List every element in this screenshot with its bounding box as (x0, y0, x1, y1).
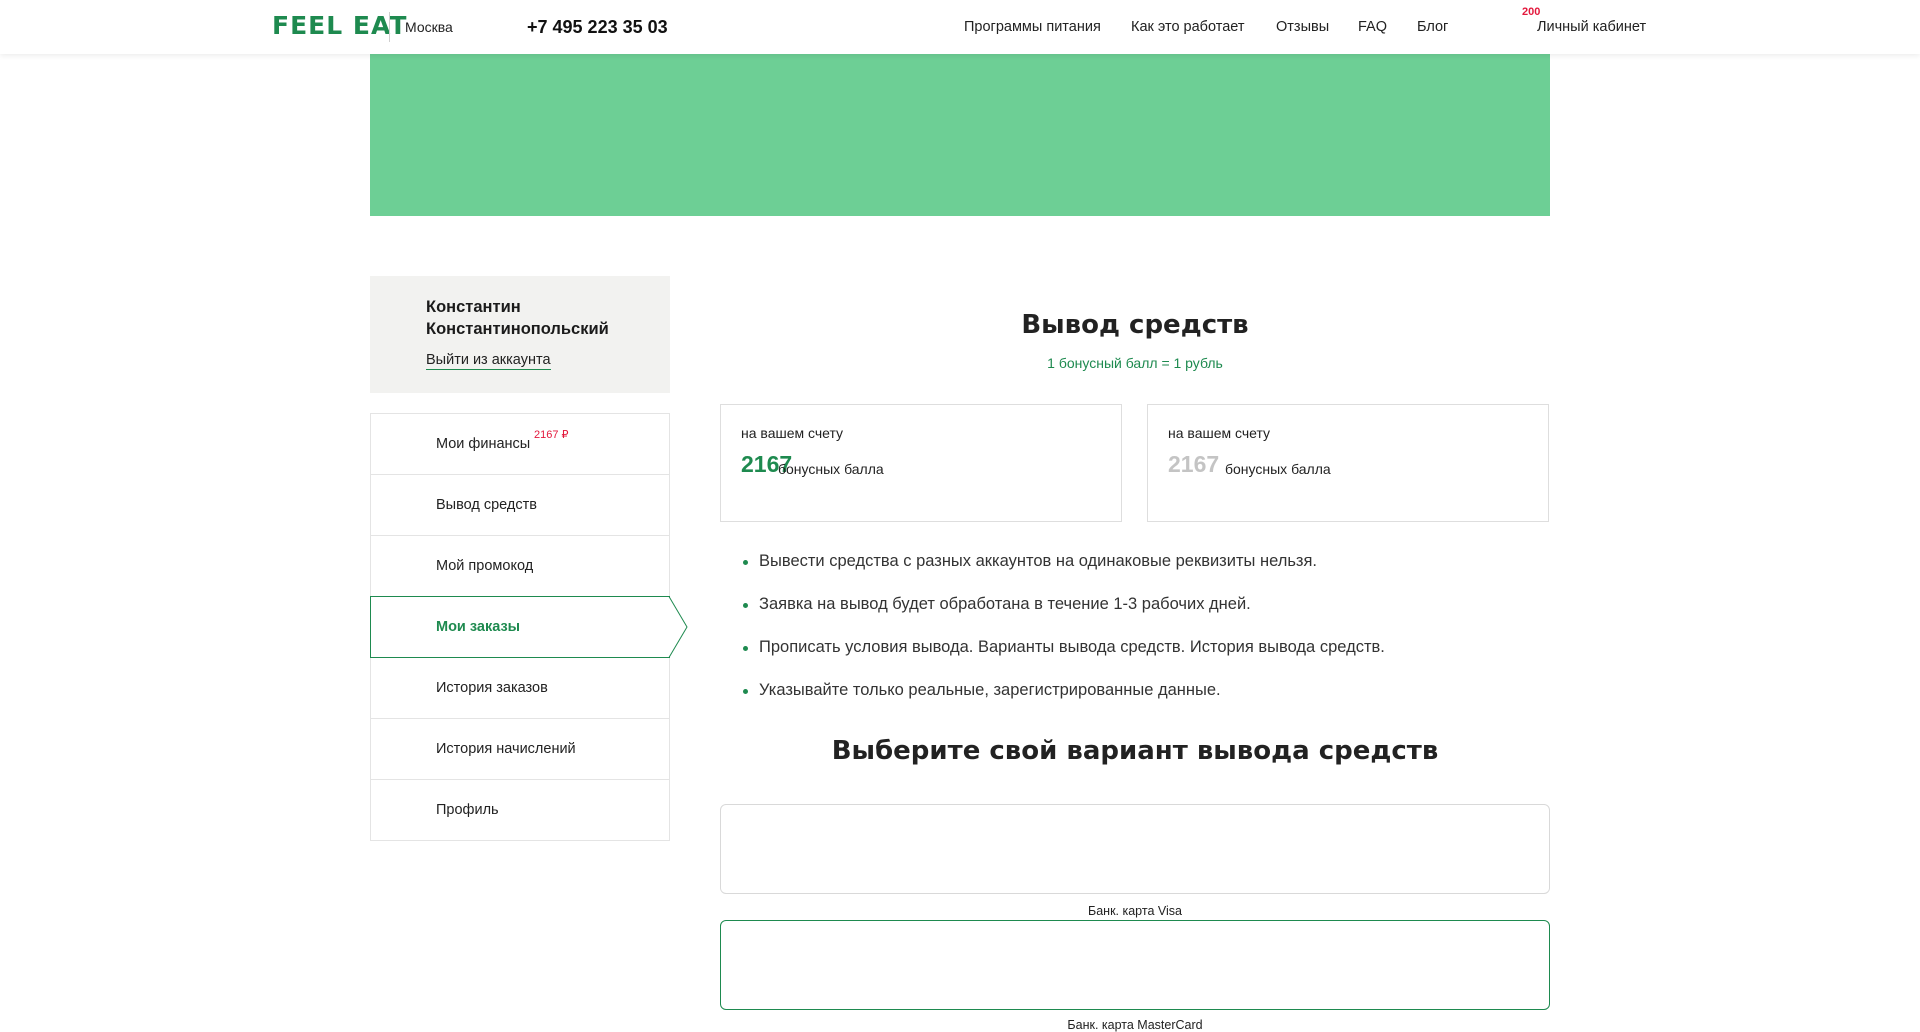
logo-divider (389, 12, 390, 42)
options-heading: Выберите свой вариант вывода средств (831, 736, 1439, 766)
menu-item-label: Мой промокод (436, 558, 534, 574)
nav-link-reviews[interactable]: Отзывы (1276, 19, 1329, 35)
cabinet-badge: 200 (1522, 6, 1541, 18)
withdrawal-option-visa[interactable] (720, 804, 1550, 894)
balance-card: на вашем счету 2167 бонусных балла (720, 404, 1122, 522)
menu-item-promocode[interactable]: Мой промокод (370, 535, 670, 596)
menu-item-label: История заказов (436, 680, 548, 696)
withdrawal-rules: Вывести средства с разных аккаунтов на о… (743, 552, 1385, 724)
menu-item-withdrawal[interactable]: Вывод средств (370, 474, 670, 535)
menu-item-label: Профиль (436, 802, 499, 818)
balance-label: на вашем счету (1168, 425, 1271, 441)
phone-number[interactable]: +7 495 223 35 03 (527, 17, 668, 38)
active-arrow-icon (668, 596, 688, 658)
balance-unit: бонусных балла (778, 461, 884, 477)
menu-item-my-orders[interactable]: Мои заказы (370, 596, 688, 658)
nav-link-blog[interactable]: Блог (1417, 19, 1448, 35)
nav-link-how-it-works[interactable]: Как это работает (1131, 19, 1244, 35)
balance-label: на вашем счету (741, 425, 844, 441)
personal-cabinet-link[interactable]: Личный кабинет (1537, 19, 1646, 35)
logo[interactable]: FEEL EAT (272, 11, 407, 40)
city-selector[interactable]: Москва (405, 19, 453, 35)
nav-link-faq[interactable]: FAQ (1358, 19, 1387, 35)
menu-item-profile[interactable]: Профиль (370, 779, 670, 841)
balance-amount: 2167 (1168, 451, 1220, 477)
menu-item-label: Вывод средств (436, 497, 537, 513)
menu-item-order-history[interactable]: История заказов (370, 658, 670, 718)
menu-item-label: История начислений (436, 741, 576, 757)
menu-item-finances[interactable]: Мои финансы 2167 ₽ (370, 413, 670, 474)
finance-badge: 2167 ₽ (534, 429, 569, 441)
account-menu: Мои финансы 2167 ₽ Вывод средств Мой про… (370, 413, 688, 841)
rule-item: Прописать условия вывода. Варианты вывод… (743, 638, 1385, 681)
option-label: Банк. карта MasterCard (1067, 1018, 1203, 1032)
balance-card-secondary: на вашем счету 2167 бонусных балла (1147, 404, 1549, 522)
option-label: Банк. карта Visa (1088, 904, 1182, 918)
menu-item-accrual-history[interactable]: История начислений (370, 718, 670, 779)
profile-card: Константин Константинопольский Выйти из … (370, 276, 670, 393)
page-title: Вывод средств (1021, 310, 1249, 340)
hero-banner (370, 54, 1550, 216)
logout-link[interactable]: Выйти из аккаунта (426, 352, 551, 370)
rule-item: Указывайте только реальные, зарегистриро… (743, 681, 1385, 724)
rule-item: Вывести средства с разных аккаунтов на о… (743, 552, 1385, 595)
profile-name: Константин Константинопольский (426, 298, 609, 338)
rule-item: Заявка на вывод будет обработана в течен… (743, 595, 1385, 638)
withdrawal-option-mastercard[interactable] (720, 920, 1550, 1010)
menu-item-label: Мои заказы (436, 619, 521, 635)
site-header: FEEL EAT Москва +7 495 223 35 03 Програм… (0, 0, 1920, 54)
balance-unit: бонусных балла (1225, 461, 1331, 477)
menu-item-label: Мои финансы (436, 436, 531, 452)
bonus-rate: 1 бонусный балл = 1 рубль (1047, 355, 1223, 371)
nav-link-programs[interactable]: Программы питания (964, 19, 1101, 35)
